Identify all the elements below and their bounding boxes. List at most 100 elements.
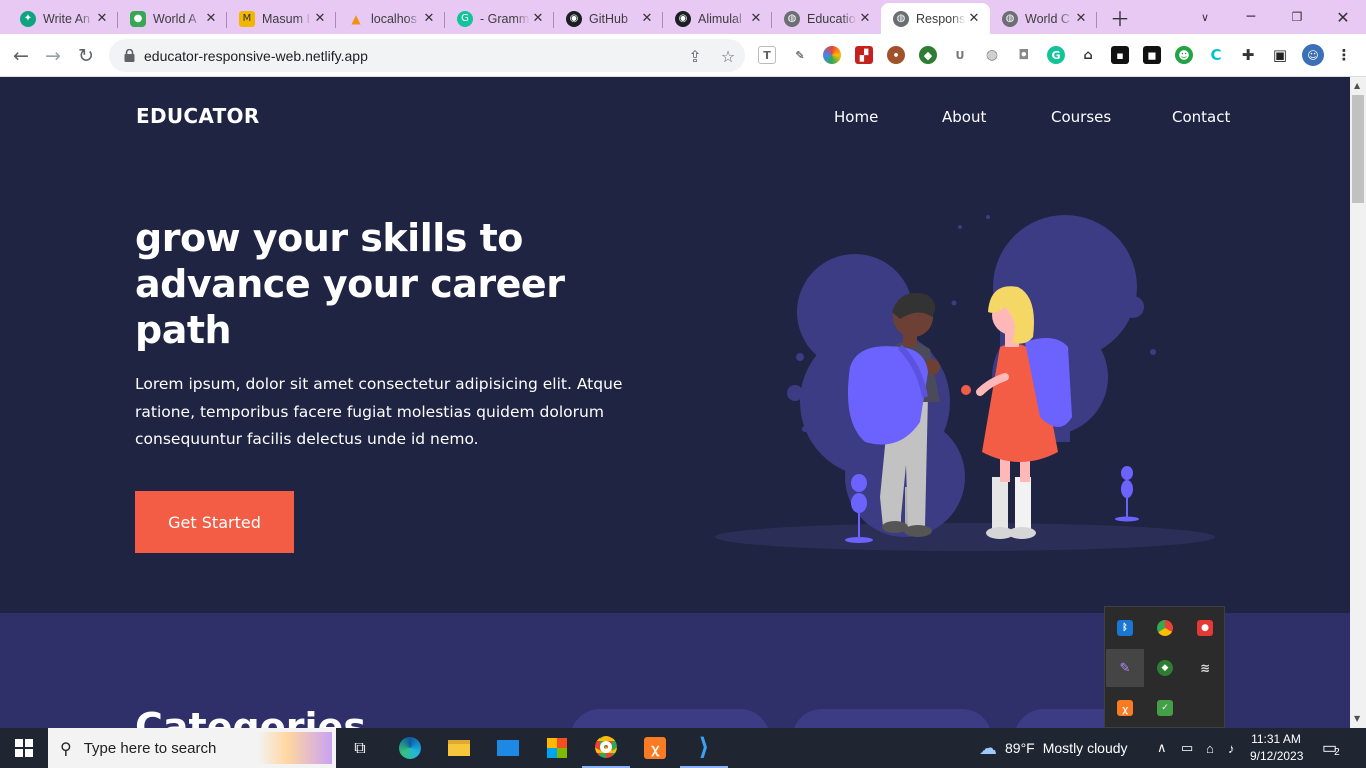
browser-tab-active[interactable]: ◍ Respons ✕ [881, 3, 990, 34]
lock-icon[interactable] [122, 49, 136, 63]
taskbar-search-box[interactable]: ⚲ Type here to search [48, 728, 336, 768]
close-window-button[interactable]: ✕ [1328, 0, 1358, 34]
puzzle-extensions-icon[interactable]: ✚ [1239, 46, 1257, 64]
url-text[interactable]: educator-responsive-web.netlify.app [144, 48, 368, 64]
restore-button[interactable]: ❐ [1282, 0, 1312, 34]
taskbar-clock[interactable]: 11:31 AM 9/12/2023 [1250, 731, 1303, 765]
recorder-tray-icon[interactable]: ● [1186, 609, 1224, 647]
profile-avatar[interactable]: ☺ [1302, 44, 1324, 66]
browser-tab[interactable]: ◍ Educatio ✕ [772, 3, 881, 34]
tab-search-chevron-icon[interactable]: ∨ [1192, 0, 1218, 34]
canva-extension-icon[interactable]: C [1207, 46, 1225, 64]
tab-close-icon[interactable]: ✕ [748, 11, 764, 26]
browser-toolbar: ← → ↻ educator-responsive-web.netlify.ap… [0, 34, 1366, 77]
xampp-tray-icon[interactable]: ꭓ [1106, 689, 1144, 727]
volume-icon[interactable]: ♪ [1228, 728, 1235, 768]
get-started-button[interactable]: Get Started [135, 491, 294, 553]
wifi-signal-tray-icon[interactable]: ≋ [1186, 649, 1224, 687]
nav-home[interactable]: Home [834, 108, 878, 126]
forward-button[interactable]: → [39, 42, 67, 70]
tab-close-icon[interactable]: ✕ [966, 11, 982, 26]
browser-tab[interactable]: G - Gramm ✕ [445, 3, 554, 34]
browser-tab[interactable]: ◍ World C ✕ [990, 3, 1097, 34]
browser-tab[interactable]: ▲ localhos ✕ [336, 3, 445, 34]
minimize-button[interactable]: ─ [1236, 0, 1266, 34]
nav-courses[interactable]: Courses [1051, 108, 1111, 126]
site-logo[interactable]: EDUCATOR [136, 104, 260, 128]
address-bar[interactable]: educator-responsive-web.netlify.app ⇪ ☆ [109, 39, 745, 72]
chrome-tray-icon[interactable] [1146, 609, 1184, 647]
grammarly-extension-icon[interactable]: G [1047, 46, 1065, 64]
weather-temp: 89°F [1005, 740, 1035, 756]
tab-close-icon[interactable]: ✕ [203, 11, 219, 26]
chrome-taskbar-icon[interactable] [582, 728, 630, 768]
show-hidden-icons-chevron-icon[interactable]: ∧ [1157, 728, 1167, 768]
text-extension-icon[interactable]: T [758, 46, 776, 64]
tab-close-icon[interactable]: ✕ [639, 11, 655, 26]
browser-tab[interactable]: ◉ Alimulal ✕ [663, 3, 772, 34]
tab-label: GitHub [589, 11, 628, 26]
category-card[interactable] [570, 709, 770, 728]
browser-tab[interactable]: ◉ GitHub ✕ [554, 3, 663, 34]
share-icon[interactable]: ⇪ [685, 46, 705, 66]
category-card[interactable] [792, 709, 992, 728]
new-tab-button[interactable]: ＋ [1106, 0, 1134, 34]
nav-contact[interactable]: Contact [1172, 108, 1230, 126]
toggle-extension-icon[interactable]: ▪ [1111, 46, 1129, 64]
tab-label: Educatio [807, 11, 856, 26]
cookie-extension-icon[interactable]: • [887, 46, 905, 64]
students-illustration [715, 215, 1215, 551]
scrollbar-thumb[interactable] [1352, 95, 1364, 203]
windows-start-icon[interactable] [0, 728, 48, 768]
tab-close-icon[interactable]: ✕ [857, 11, 873, 26]
tab-close-icon[interactable]: ✕ [530, 11, 546, 26]
u-extension-icon[interactable]: U [951, 46, 969, 64]
bluetooth-icon[interactable]: ᛒ [1106, 609, 1144, 647]
search-placeholder: Type here to search [83, 739, 217, 757]
page-scrollbar[interactable]: ▲ ▼ [1350, 77, 1366, 728]
browser-tab[interactable]: ✦ Write An ✕ [8, 3, 118, 34]
edge-icon[interactable] [386, 728, 434, 768]
reload-button[interactable]: ↻ [72, 42, 100, 70]
weather-text: Mostly cloudy [1042, 740, 1128, 756]
picture-extension-icon[interactable]: ▞ [855, 46, 873, 64]
tab-close-icon[interactable]: ✕ [1073, 11, 1089, 26]
gem-tray-icon[interactable]: ◆ [1146, 649, 1184, 687]
vscode-taskbar-icon[interactable]: ⟩ [680, 728, 728, 768]
eyedropper-extension-icon[interactable]: ✎ [791, 46, 809, 64]
back-button[interactable]: ← [7, 42, 35, 70]
feather-tray-icon[interactable]: ✎ [1106, 649, 1144, 687]
globe-extension-icon[interactable]: ◍ [983, 46, 1001, 64]
cloudy-weather-icon: ☁ [979, 737, 997, 758]
task-view-icon[interactable]: ⧉ [336, 728, 384, 768]
shield-check-tray-icon[interactable]: ✓ [1146, 689, 1184, 727]
dark-square-extension-icon[interactable]: ◼ [1143, 46, 1161, 64]
nav-about[interactable]: About [942, 108, 986, 126]
search-highlight-image [258, 732, 332, 764]
robot-extension-icon[interactable]: ☻ [1175, 46, 1193, 64]
weather-widget[interactable]: ☁ 89°F Mostly cloudy [979, 728, 1128, 768]
microsoft-store-icon[interactable] [533, 728, 581, 768]
camera-extension-icon[interactable]: ◘ [1015, 46, 1033, 64]
tab-close-icon[interactable]: ✕ [312, 11, 328, 26]
scroll-up-icon[interactable]: ▲ [1354, 81, 1360, 90]
mail-icon[interactable] [484, 728, 532, 768]
side-panel-icon[interactable]: ▣ [1271, 46, 1289, 64]
browser-tab[interactable]: ● World A ✕ [118, 3, 227, 34]
gem-extension-icon[interactable]: ◆ [919, 46, 937, 64]
xampp-taskbar-icon[interactable]: ꭓ [631, 728, 679, 768]
battery-icon[interactable]: ▭ [1181, 728, 1193, 768]
color-wheel-extension-icon[interactable] [823, 46, 841, 64]
tab-close-icon[interactable]: ✕ [94, 11, 110, 26]
hat-extension-icon[interactable]: ⌂ [1079, 46, 1097, 64]
scroll-down-icon[interactable]: ▼ [1354, 714, 1360, 723]
browser-tab[interactable]: M Masum I ✕ [227, 3, 336, 34]
tab-label: World A [153, 11, 197, 26]
network-icon[interactable]: ⌂ [1206, 728, 1214, 768]
notifications-icon[interactable]: ▭ 2 [1322, 728, 1340, 768]
bookmark-star-icon[interactable]: ☆ [718, 46, 738, 66]
menu-dots-icon[interactable]: ⋮ [1335, 46, 1353, 64]
tab-close-icon[interactable]: ✕ [421, 11, 437, 26]
globe-icon: ◍ [1002, 10, 1018, 27]
file-explorer-icon[interactable] [435, 728, 483, 768]
